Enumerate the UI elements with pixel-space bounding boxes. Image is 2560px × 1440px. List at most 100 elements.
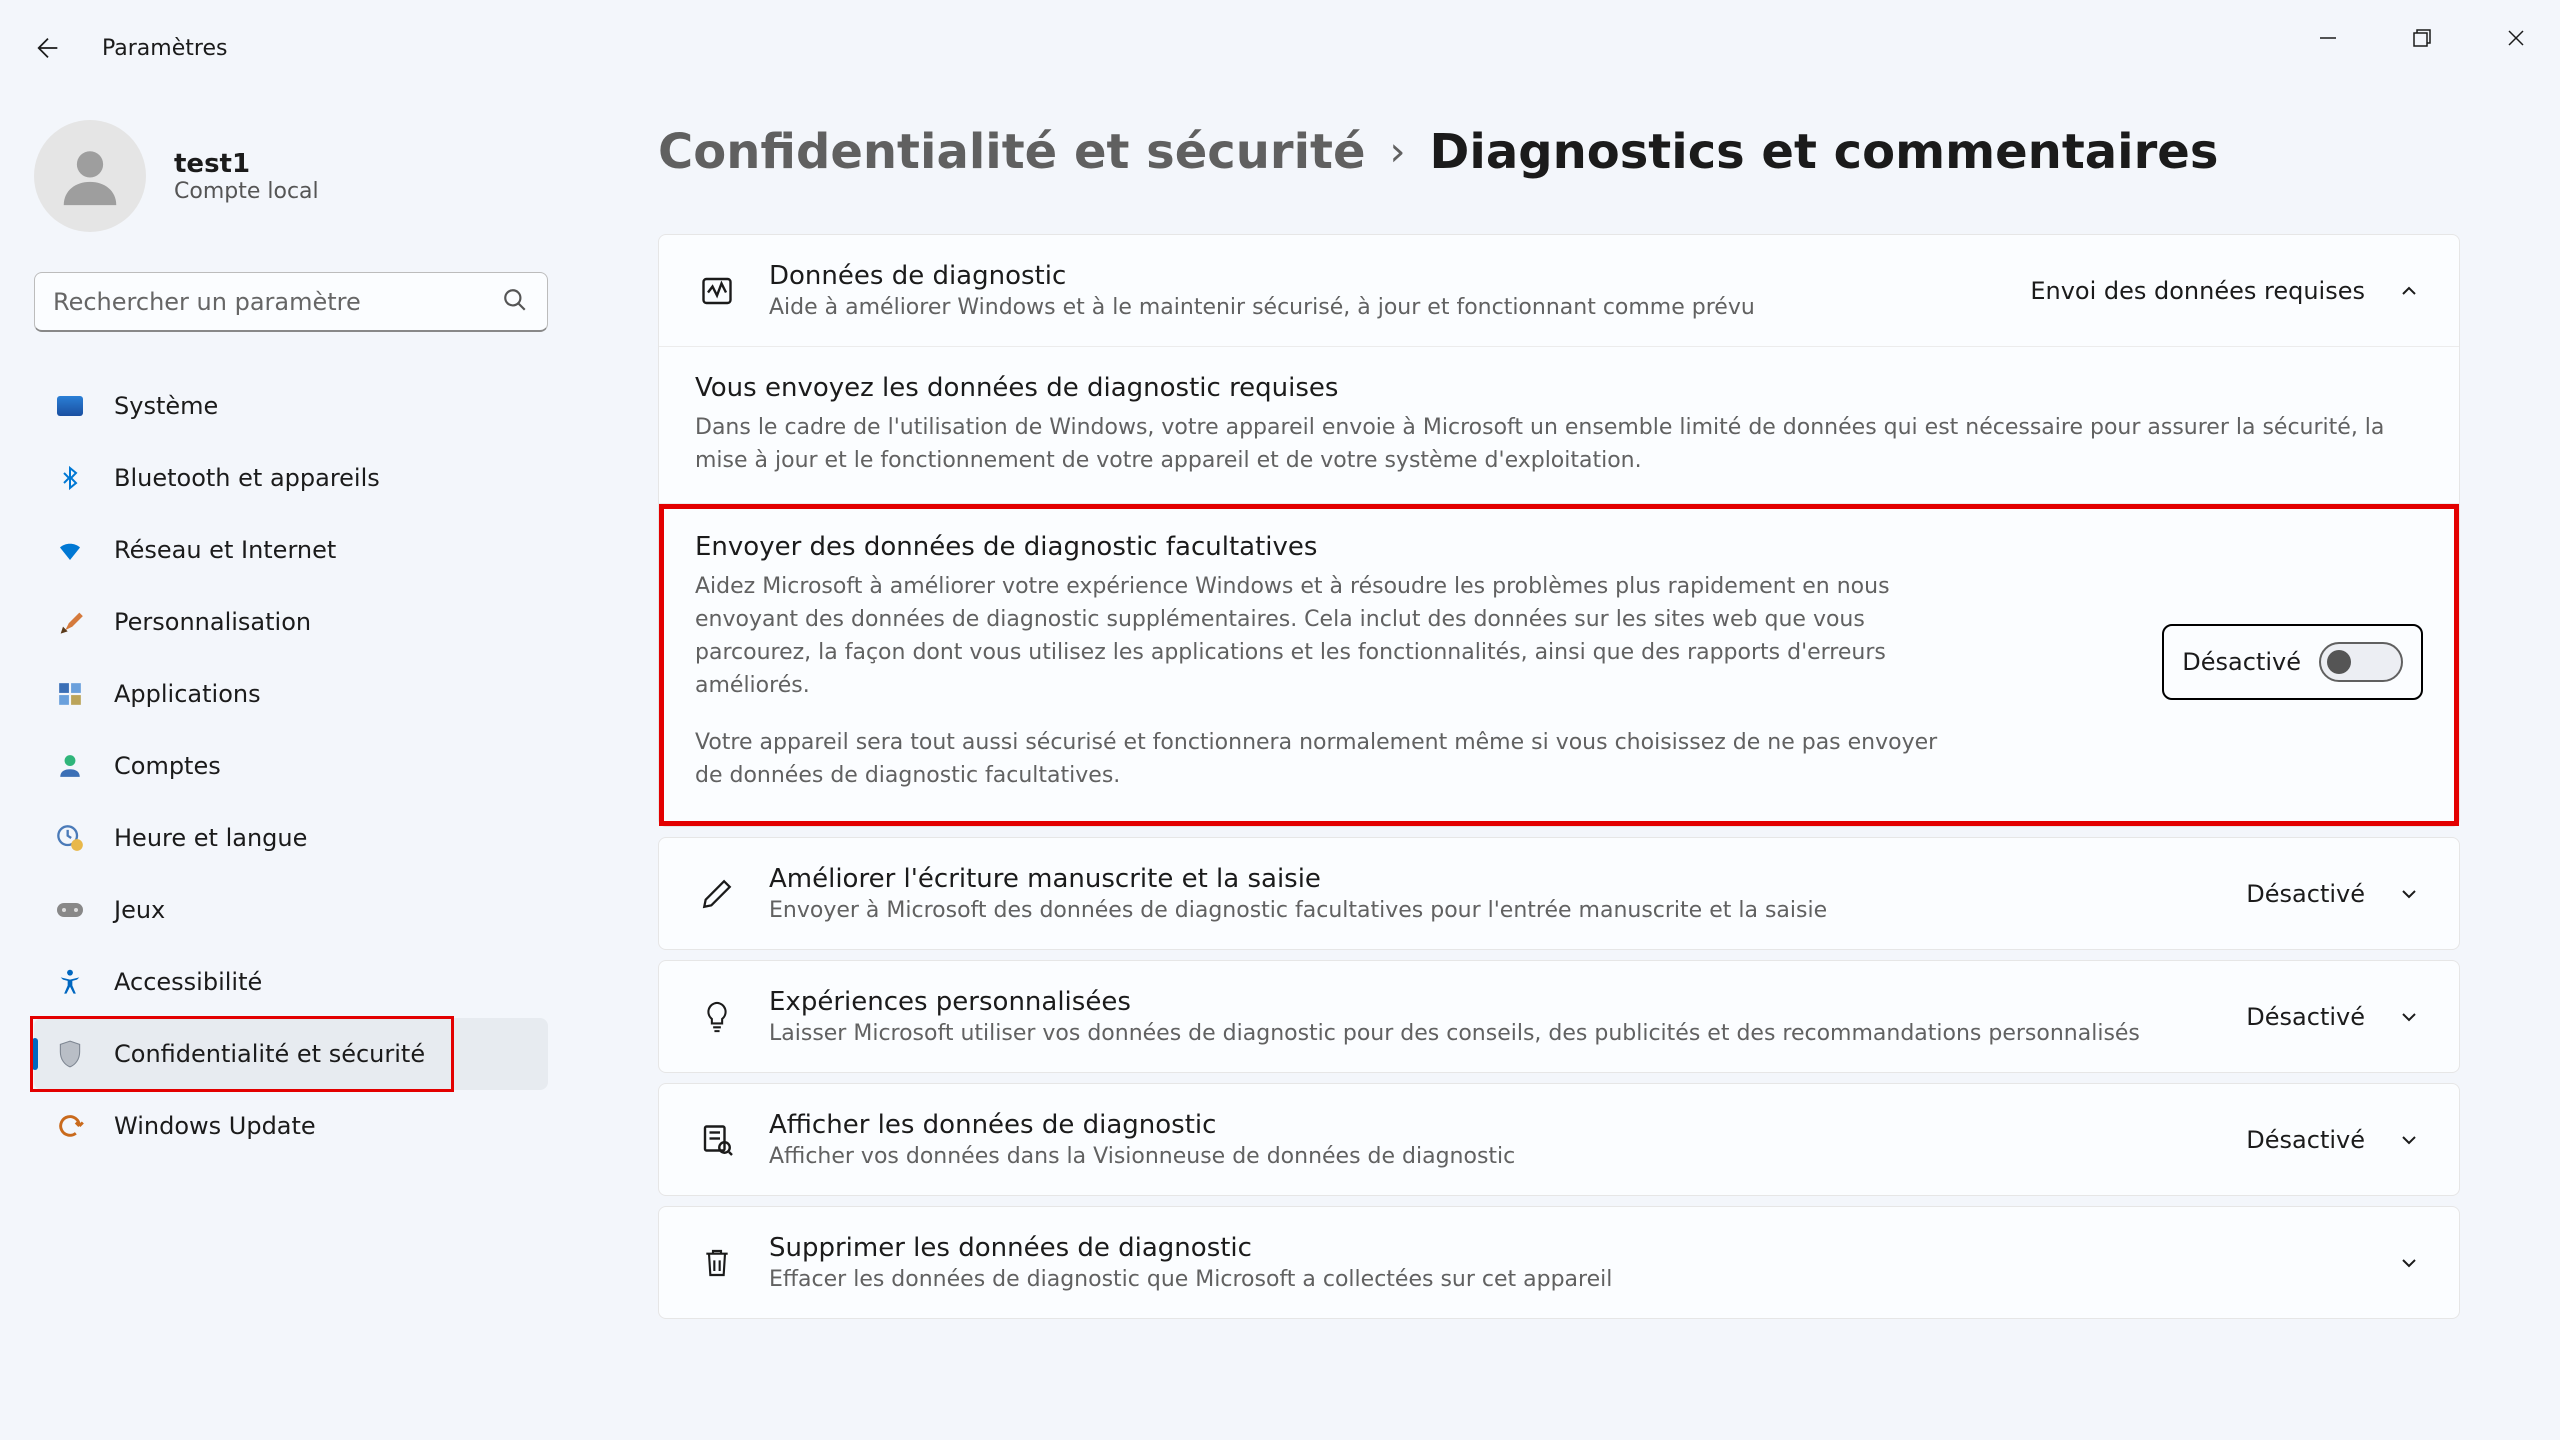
required-diagnostic-block: Vous envoyez les données de diagnostic r… [659, 347, 2459, 504]
optional-diagnostic-toggle[interactable] [2319, 642, 2403, 682]
breadcrumb-parent[interactable]: Confidentialité et sécurité [658, 124, 1366, 180]
nav-item-accessibility[interactable]: Accessibilité [34, 946, 548, 1018]
apps-icon [54, 678, 86, 710]
card-status: Désactivé [2246, 1126, 2365, 1154]
card-tailored: Expériences personnalisées Laisser Micro… [658, 960, 2460, 1073]
document-search-icon [695, 1122, 739, 1158]
clock-globe-icon [54, 822, 86, 854]
card-header-view[interactable]: Afficher les données de diagnostic Affic… [659, 1084, 2459, 1195]
card-title: Améliorer l'écriture manuscrite et la sa… [769, 864, 2216, 894]
card-subtitle: Aide à améliorer Windows et à le mainten… [769, 295, 2000, 320]
nav-item-bluetooth[interactable]: Bluetooth et appareils [34, 442, 548, 514]
optional-title: Envoyer des données de diagnostic facult… [695, 532, 2122, 562]
shield-icon [54, 1038, 86, 1070]
chevron-down-icon [2395, 1249, 2423, 1277]
accounts-icon [54, 750, 86, 782]
nav-label: Personnalisation [114, 608, 311, 636]
nav-list: Système Bluetooth et appareils Réseau et… [34, 370, 548, 1162]
card-title: Expériences personnalisées [769, 987, 2216, 1017]
card-header-delete[interactable]: Supprimer les données de diagnostic Effa… [659, 1207, 2459, 1318]
required-title: Vous envoyez les données de diagnostic r… [695, 373, 2423, 403]
person-icon [55, 141, 125, 211]
avatar [34, 120, 146, 232]
main-content: Confidentialité et sécurité › Diagnostic… [582, 96, 2560, 1440]
nav-label: Accessibilité [114, 968, 262, 996]
card-header-tailored[interactable]: Expériences personnalisées Laisser Micro… [659, 961, 2459, 1072]
nav-item-gaming[interactable]: Jeux [34, 874, 548, 946]
nav-item-windows-update[interactable]: Windows Update [34, 1090, 548, 1162]
nav-label: Réseau et Internet [114, 536, 336, 564]
card-status: Envoi des données requises [2030, 277, 2365, 305]
sidebar: test1 Compte local Système Bluetooth et … [0, 96, 582, 1440]
nav-label: Confidentialité et sécurité [114, 1040, 425, 1068]
lightbulb-icon [695, 999, 739, 1035]
card-delete-diagnostic: Supprimer les données de diagnostic Effa… [658, 1206, 2460, 1319]
card-title: Données de diagnostic [769, 261, 2000, 291]
nav-item-network[interactable]: Réseau et Internet [34, 514, 548, 586]
account-type: Compte local [174, 179, 319, 204]
nav-label: Comptes [114, 752, 221, 780]
nav-item-accounts[interactable]: Comptes [34, 730, 548, 802]
chevron-down-icon [2395, 880, 2423, 908]
card-view-diagnostic: Afficher les données de diagnostic Affic… [658, 1083, 2460, 1196]
nav-label: Système [114, 392, 218, 420]
nav-item-personalization[interactable]: Personnalisation [34, 586, 548, 658]
pen-icon [695, 877, 739, 911]
diagnostic-icon [695, 273, 739, 309]
nav-label: Heure et langue [114, 824, 307, 852]
optional-toggle-wrap: Désactivé [2162, 624, 2423, 700]
card-inking: Améliorer l'écriture manuscrite et la sa… [658, 837, 2460, 950]
nav-item-time-language[interactable]: Heure et langue [34, 802, 548, 874]
card-status: Désactivé [2246, 1003, 2365, 1031]
windows-update-icon [54, 1110, 86, 1142]
app-title: Paramètres [102, 36, 227, 61]
card-header-diagnostic[interactable]: Données de diagnostic Aide à améliorer W… [659, 235, 2459, 346]
gamepad-icon [54, 894, 86, 926]
minimize-button[interactable] [2308, 18, 2348, 58]
search-wrap [34, 272, 548, 332]
nav-label: Bluetooth et appareils [114, 464, 380, 492]
card-subtitle: Afficher vos données dans la Visionneuse… [769, 1144, 2216, 1169]
title-bar: Paramètres [0, 0, 2560, 96]
system-icon [54, 390, 86, 422]
maximize-button[interactable] [2402, 18, 2442, 58]
nav-item-privacy[interactable]: Confidentialité et sécurité [34, 1018, 548, 1090]
bluetooth-icon [54, 462, 86, 494]
chevron-down-icon [2395, 1126, 2423, 1154]
optional-desc: Aidez Microsoft à améliorer votre expéri… [695, 570, 1955, 792]
window-controls [2308, 0, 2560, 96]
card-diagnostic-data: Données de diagnostic Aide à améliorer W… [658, 234, 2460, 827]
required-desc: Dans le cadre de l'utilisation de Window… [695, 411, 2423, 477]
optional-diagnostic-block: Envoyer des données de diagnostic facult… [659, 504, 2459, 826]
username: test1 [174, 149, 319, 179]
breadcrumb: Confidentialité et sécurité › Diagnostic… [658, 124, 2460, 180]
back-button[interactable] [28, 28, 68, 68]
close-button[interactable] [2496, 18, 2536, 58]
arrow-left-icon [34, 34, 62, 62]
card-subtitle: Envoyer à Microsoft des données de diagn… [769, 898, 2216, 923]
chevron-down-icon [2395, 1003, 2423, 1031]
nav-label: Windows Update [114, 1112, 316, 1140]
chevron-right-icon: › [1390, 129, 1406, 175]
accessibility-icon [54, 966, 86, 998]
maximize-icon [2412, 28, 2432, 48]
wifi-icon [54, 534, 86, 566]
profile-text: test1 Compte local [174, 149, 319, 204]
card-status: Désactivé [2246, 880, 2365, 908]
card-header-inking[interactable]: Améliorer l'écriture manuscrite et la sa… [659, 838, 2459, 949]
card-subtitle: Laisser Microsoft utiliser vos données d… [769, 1021, 2216, 1046]
chevron-up-icon [2395, 277, 2423, 305]
breadcrumb-current: Diagnostics et commentaires [1430, 124, 2219, 180]
trash-icon [695, 1245, 739, 1281]
card-title: Afficher les données de diagnostic [769, 1110, 2216, 1140]
nav-item-apps[interactable]: Applications [34, 658, 548, 730]
nav-label: Jeux [114, 896, 165, 924]
minimize-icon [2318, 28, 2338, 48]
diagnostic-expanded: Vous envoyez les données de diagnostic r… [659, 346, 2459, 826]
search-icon [502, 287, 528, 317]
brush-icon [54, 606, 86, 638]
user-profile[interactable]: test1 Compte local [34, 96, 548, 272]
close-icon [2506, 28, 2526, 48]
search-input[interactable] [34, 272, 548, 332]
nav-item-system[interactable]: Système [34, 370, 548, 442]
